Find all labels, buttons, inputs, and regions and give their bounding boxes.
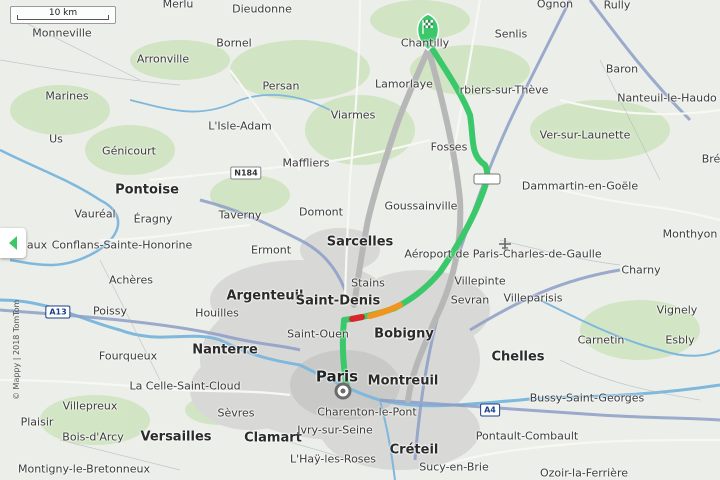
place-label: Génicourt [102,144,156,158]
place-label: Versailles [140,429,212,445]
traffic-jam-segment [349,314,365,322]
place-label: Sèvres [217,406,255,420]
place-label: Viarmes [330,108,376,122]
place-label: Plaisir [20,415,54,429]
place-label: Créteil [389,442,439,458]
place-label: Bornel [216,36,252,50]
place-label: Éragny [133,212,173,226]
place-label: Dammartin-en-Goële [521,179,639,193]
place-label: Ognon [536,0,574,11]
place-label: Monthyon [662,227,718,241]
place-label: Villepreux [62,399,118,413]
scale-bar: 10 km [10,6,116,24]
place-label: Us [49,132,63,146]
place-label: Charenton-le-Pont [317,405,417,419]
place-label: aux [26,238,48,252]
place-label: Clamart [244,430,302,446]
place-label: Paris [315,367,359,386]
place-label: Fosses [430,140,468,154]
place-label: Charny [621,263,661,277]
place-label: Fourqueux [98,349,158,363]
place-label: Dieudonne [232,2,292,16]
place-label: Villeparisis [503,291,563,305]
place-label: Nanterre [192,342,258,358]
place-label: Poissy [93,304,127,318]
place-label: Ivry-sur-Seine [297,423,373,437]
interchange-marker [473,173,501,185]
place-label: L'Isle-Adam [208,119,272,133]
place-label: Villepinte [454,274,506,288]
place-label: Montigny-le-Bretonneux [17,462,151,476]
place-label: Goussainville [384,199,458,213]
place-label: Conflans-Sainte-Honorine [51,238,193,252]
place-label: Ver-sur-Launette [539,128,631,142]
place-label: Carnetin [577,333,625,347]
place-label: Montreuil [367,373,439,389]
place-label: Houilles [195,306,239,320]
place-label: Bré [701,152,720,166]
place-label: Taverny [218,208,262,222]
place-label: Stains [351,276,385,290]
place-label: Pontoise [115,182,179,198]
road-shield-n184: N184 [230,166,262,180]
place-label: Arronville [136,52,190,66]
copyright-notice: © Mappy | 2018 TomTom [12,299,21,400]
place-label: Saint-Ouen [287,327,349,341]
place-label: Ermont [250,243,292,257]
place-label: L'Haÿ-les-Roses [289,452,377,466]
place-label: Ozoir-la-Ferrière [540,466,628,480]
place-label: Argenteuil [226,288,304,304]
place-label: Senlis [494,27,528,41]
place-label: Vauréal [74,207,116,221]
place-label: La Celle-Saint-Cloud [129,379,241,393]
place-label: Monneville [32,26,92,40]
place-label: Bobigny [374,326,434,342]
place-label: Sevran [450,293,490,307]
place-label: Marines [45,89,89,103]
place-label: Baron [605,62,639,76]
origin-circle-icon [334,382,352,400]
place-label: Bussy-Saint-Georges [529,391,645,405]
place-label: Aéroport de Paris-Charles-de-Gaulle [404,247,602,261]
place-label: Chantilly [400,36,450,50]
place-label: Maffliers [282,156,330,170]
road-shield-a4: A4 [480,403,500,417]
place-label: Sarcelles [326,234,394,250]
place-label: Persan [262,79,300,93]
panel-toggle-button[interactable] [0,228,26,258]
place-label: Rully [603,0,631,12]
place-label: Domont [299,205,343,219]
place-label: Bois-d'Arcy [62,430,124,444]
place-label: Saint-Denis [295,293,381,309]
place-label: Merlu [162,0,194,11]
map-canvas[interactable]: 10 km © Mappy | 2018 TomTom N184 A13 A4 … [0,0,720,480]
place-label: Sucy-en-Brie [419,460,489,474]
place-label: Pontault-Combault [475,429,579,443]
place-label: Nanteuil-le-Haudo [617,91,717,105]
road-shield-a13: A13 [45,305,71,319]
place-label: Lamorlaye [375,77,433,91]
place-label: Vignely [656,303,698,317]
place-label: Achères [109,273,153,287]
place-label: Chelles [491,349,545,365]
chevron-left-icon [9,236,17,250]
place-label: rbiers-sur-Thève [459,83,549,97]
place-label: Esbly [665,333,695,347]
